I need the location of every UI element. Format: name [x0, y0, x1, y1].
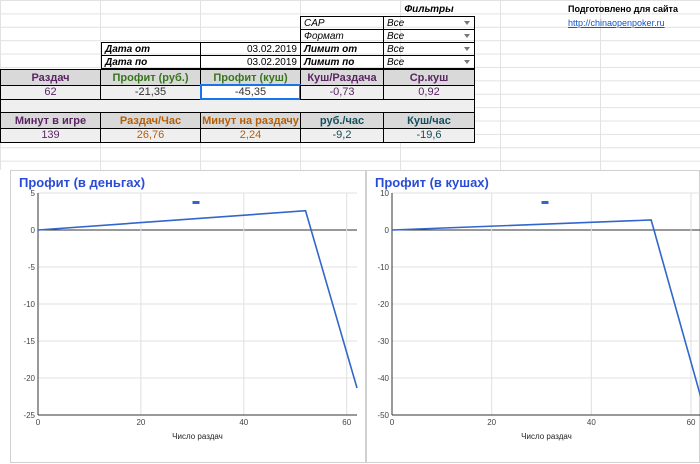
value-profit-rub: -21,35 — [100, 85, 201, 100]
y-tick-label: -15 — [23, 337, 35, 346]
header-hands-per-hour: Раздач/Час — [100, 112, 201, 129]
x-axis-label: Число раздач — [521, 432, 572, 441]
x-tick-label: 0 — [36, 418, 41, 427]
chevron-down-icon — [464, 34, 470, 38]
date-from-input[interactable]: 03.02.2019 — [200, 42, 301, 56]
header-minutes: Минут в игре — [0, 112, 101, 129]
y-tick-label: -20 — [377, 300, 389, 309]
y-tick-label: -10 — [23, 300, 35, 309]
chevron-down-icon — [464, 47, 470, 51]
header-minutes-per-hand: Минут на раздачу — [200, 112, 301, 129]
value-hands: 62 — [0, 85, 101, 100]
x-tick-label: 20 — [487, 418, 496, 427]
x-tick-label: 0 — [390, 418, 395, 427]
site-link[interactable]: http://chinaopenpoker.ru — [568, 17, 698, 30]
chart-title: Профит (в деньгах) — [19, 175, 146, 190]
y-tick-label: 0 — [385, 226, 390, 235]
chevron-down-icon — [464, 21, 470, 25]
value-bb-per-hour: -19,6 — [383, 128, 475, 143]
y-tick-label: -50 — [377, 411, 389, 420]
y-tick-label: -40 — [377, 374, 389, 383]
x-axis-label: Число раздач — [172, 432, 223, 441]
value-minutes-per-hand: 2,24 — [200, 128, 301, 143]
value-rub-per-hour: -9,2 — [300, 128, 384, 143]
filter-label-format: Формат — [300, 29, 384, 43]
y-tick-label: -20 — [23, 374, 35, 383]
y-tick-label: 0 — [31, 226, 36, 235]
credit-text: Подготовлено для сайта — [568, 4, 678, 14]
x-tick-label: 60 — [687, 418, 696, 427]
value-hands-per-hour: 26,76 — [100, 128, 201, 143]
filter-select-format[interactable]: Все — [383, 29, 475, 43]
date-from-label: Дата от — [101, 42, 201, 56]
filter-select-limit-to[interactable]: Все — [383, 55, 475, 69]
chart-title: Профит (в кушах) — [375, 175, 489, 190]
header-profit-rub: Профит (руб.) — [100, 69, 201, 86]
series-line — [37, 209, 358, 389]
legend-marker — [192, 201, 200, 204]
chevron-down-icon — [464, 60, 470, 64]
filters-title: Фильтры — [404, 4, 454, 15]
value-bb-per-hand: -0,73 — [300, 85, 384, 100]
date-to-input[interactable]: 03.02.2019 — [200, 55, 301, 69]
x-tick-label: 20 — [136, 418, 145, 427]
filter-select-limit-from[interactable]: Все — [383, 42, 475, 56]
header-bb-per-hour: Куш/час — [383, 112, 475, 129]
date-to-label: Дата по — [101, 55, 201, 69]
x-tick-label: 40 — [587, 418, 596, 427]
y-tick-label: -5 — [28, 263, 36, 272]
value-avg-pot: 0,92 — [383, 85, 475, 100]
chart-profit-money[interactable]: 5 0 -5 -10 -15 -20 -25 0 20 40 60 Число раздач Проф… — [10, 170, 366, 463]
y-tick-label: -30 — [377, 337, 389, 346]
filter-select-cap[interactable]: Все — [383, 16, 475, 30]
y-tick-label: 5 — [31, 189, 36, 198]
header-bb-per-hand: Куш/Раздача — [300, 69, 384, 86]
filter-label-cap: CAP — [300, 16, 384, 30]
y-tick-label: -25 — [23, 411, 35, 420]
header-rub-per-hour: руб./час — [300, 112, 384, 129]
value-minutes: 139 — [0, 128, 101, 143]
value-profit-bb[interactable]: -45,35 — [200, 84, 301, 100]
series-line — [391, 219, 700, 398]
x-tick-label: 40 — [239, 418, 248, 427]
filter-label-limit-from: Лимит от — [300, 42, 384, 56]
header-avg-pot: Ср.куш — [383, 69, 475, 86]
x-tick-label: 60 — [342, 418, 351, 427]
legend-marker — [541, 201, 549, 204]
y-tick-label: 10 — [380, 189, 389, 198]
filter-label-limit-to: Лимит по — [300, 55, 384, 69]
chart-profit-bb[interactable]: 10 0 -10 -20 -30 -40 -50 0 20 40 60 Число раздач Пр… — [366, 170, 700, 463]
y-tick-label: -10 — [377, 263, 389, 272]
header-hands: Раздач — [0, 69, 101, 86]
